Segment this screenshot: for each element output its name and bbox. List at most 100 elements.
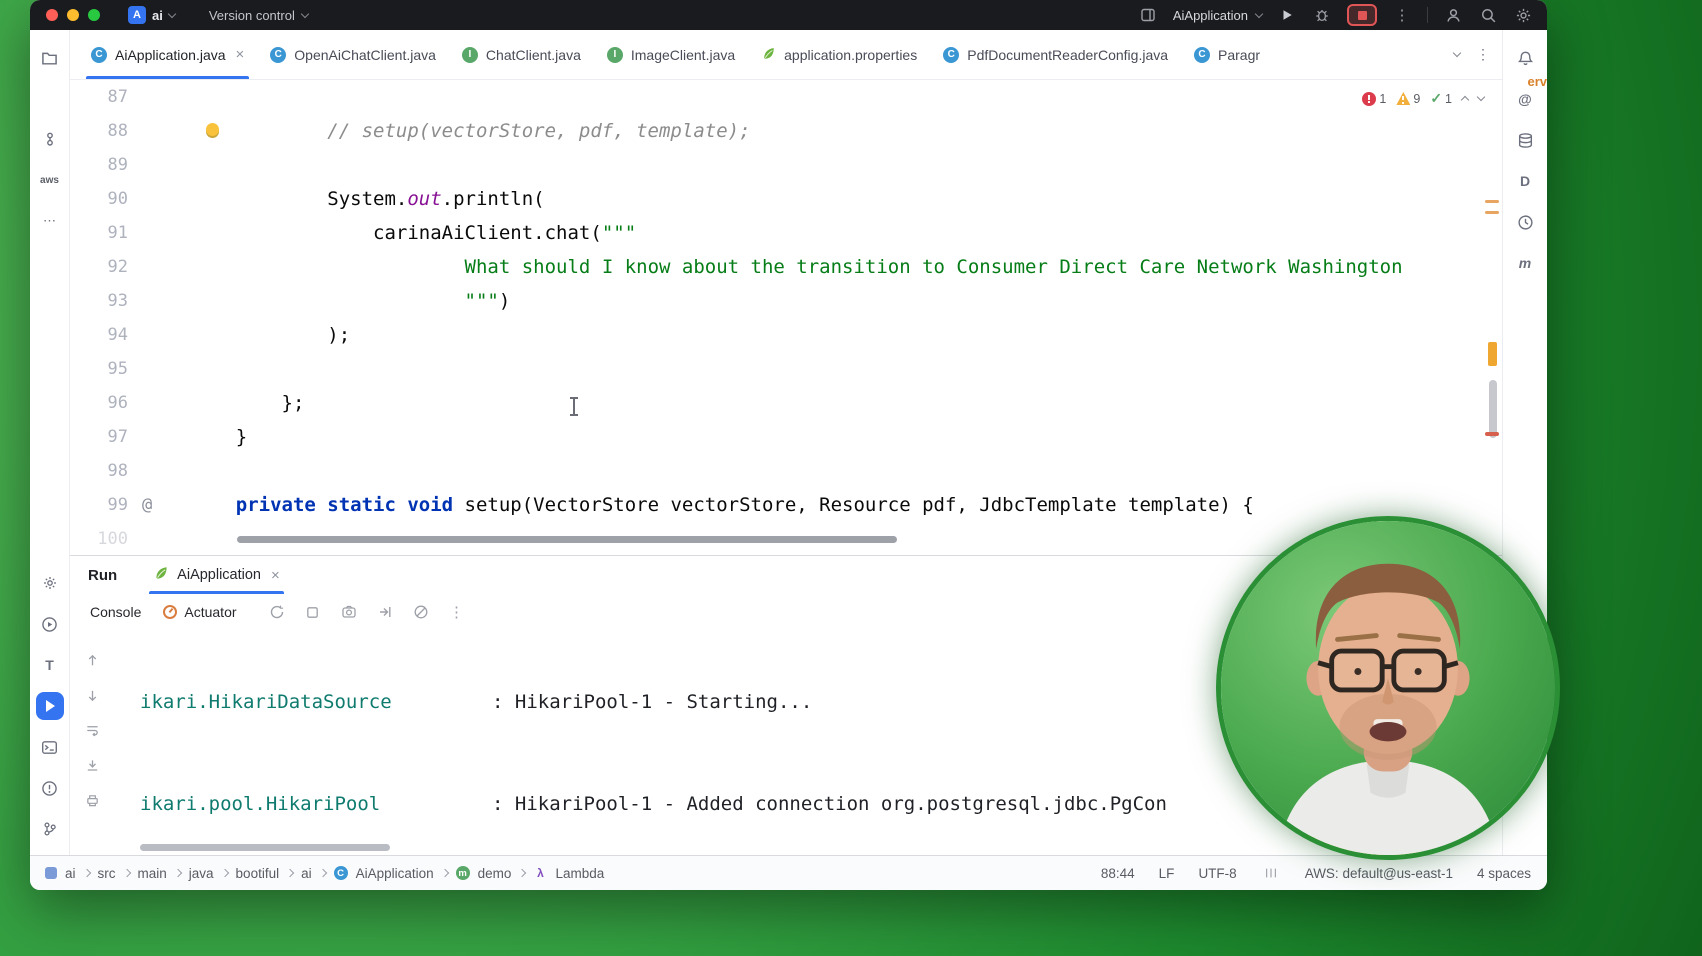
stripe-warning-mark xyxy=(1485,211,1499,214)
actuator-tab[interactable]: Actuator xyxy=(163,604,237,620)
notifications-bell-icon[interactable] xyxy=(1511,44,1539,72)
minimize-window-button[interactable] xyxy=(67,9,79,21)
more-actions-icon[interactable]: ⋮ xyxy=(1392,5,1412,25)
stop-button[interactable] xyxy=(1347,4,1377,26)
run-title: Run xyxy=(88,566,118,584)
prev-problem-icon[interactable] xyxy=(1460,95,1470,105)
interface-icon: I xyxy=(461,46,478,63)
close-window-button[interactable] xyxy=(46,9,58,21)
chevron-down-icon xyxy=(167,9,177,18)
tab-application-properties[interactable]: application.properties xyxy=(748,30,930,79)
code-editor[interactable]: 87 88 // setup(vectorStore, pdf, templat… xyxy=(70,80,1502,555)
close-icon[interactable]: × xyxy=(236,46,245,63)
code-line[interactable]: 94 ); xyxy=(70,318,1502,352)
scroll-up-icon[interactable] xyxy=(82,650,102,670)
soft-wrap-icon[interactable] xyxy=(82,720,102,740)
code-line[interactable]: 89 xyxy=(70,148,1502,182)
aws-connection[interactable]: AWS: default@us-east-1 xyxy=(1305,866,1453,881)
thread-dump-icon[interactable] xyxy=(339,602,359,622)
stop-process-icon[interactable] xyxy=(303,602,323,622)
history-icon[interactable] xyxy=(1511,208,1539,236)
spring-boot-icon xyxy=(153,565,169,585)
search-icon[interactable] xyxy=(1478,5,1498,25)
todo-tool-icon[interactable]: T xyxy=(36,651,64,679)
caret-position[interactable]: 88:44 xyxy=(1101,866,1135,881)
tool-windows-icon[interactable] xyxy=(1138,5,1158,25)
editor-vertical-scrollbar[interactable] xyxy=(1489,380,1497,438)
clear-console-icon[interactable] xyxy=(411,602,431,622)
zoom-window-button[interactable] xyxy=(88,9,100,21)
tab-imageclient-java[interactable]: I ImageClient.java xyxy=(594,30,748,79)
editor-horizontal-scrollbar[interactable] xyxy=(237,536,897,543)
aws-toolkit-icon[interactable]: aws xyxy=(36,166,64,194)
tab-openaichatclient-java[interactable]: C OpenAiChatClient.java xyxy=(257,30,449,79)
indent-guide-icon[interactable] xyxy=(1261,863,1281,883)
database-icon[interactable] xyxy=(1511,126,1539,154)
left-tool-stripe: aws ⋯ T xyxy=(30,30,70,855)
dependencies-icon[interactable]: D xyxy=(1511,167,1539,195)
debug-button[interactable] xyxy=(1312,5,1332,25)
git-branch-icon[interactable] xyxy=(36,815,64,843)
terminal-tool-icon[interactable] xyxy=(36,733,64,761)
code-line[interactable]: 95 xyxy=(70,352,1502,386)
code-line[interactable]: 93 """) xyxy=(70,284,1502,318)
console-tab[interactable]: Console xyxy=(88,598,143,626)
scroll-down-icon[interactable] xyxy=(82,685,102,705)
services-gear-icon[interactable] xyxy=(36,569,64,597)
run-tool-icon[interactable] xyxy=(35,692,64,720)
ai-assistant-icon[interactable]: @ xyxy=(1511,85,1539,113)
indent-setting[interactable]: 4 spaces xyxy=(1477,866,1531,881)
spring-leaf-icon xyxy=(761,46,776,64)
menu-version-control-label: Version control xyxy=(208,7,295,23)
project-widget[interactable]: A ai xyxy=(128,6,177,24)
code-line[interactable]: 98 xyxy=(70,454,1502,488)
print-icon[interactable] xyxy=(82,790,102,810)
run-config-selector[interactable]: AiApplication xyxy=(1173,8,1264,23)
code-line[interactable]: 97 } xyxy=(70,420,1502,454)
chevron-down-icon xyxy=(1254,9,1264,18)
close-icon[interactable]: × xyxy=(271,567,280,584)
tab-aiapplication-java[interactable]: C AiApplication.java × xyxy=(78,30,257,79)
code-line[interactable]: 87 xyxy=(70,80,1502,114)
file-encoding[interactable]: UTF-8 xyxy=(1198,866,1236,881)
console-more-icon[interactable]: ⋮ xyxy=(447,602,467,622)
titlebar-actions: AiApplication ⋮ xyxy=(1138,4,1547,26)
passed-count: ✓ 1 xyxy=(1430,90,1452,106)
scroll-end-icon[interactable] xyxy=(82,755,102,775)
menu-version-control[interactable]: Version control xyxy=(208,7,310,23)
code-line[interactable]: 99 @ private static void setup(VectorSto… xyxy=(70,488,1502,522)
editor-error-stripe[interactable] xyxy=(1484,80,1500,555)
chevron-down-icon[interactable] xyxy=(1452,48,1462,58)
code-line[interactable]: 88 // setup(vectorStore, pdf, template); xyxy=(70,114,1502,148)
rerun-icon[interactable] xyxy=(267,602,287,622)
tab-chatclient-java[interactable]: I ChatClient.java xyxy=(449,30,594,79)
code-line[interactable]: 91 carinaAiClient.chat(""" xyxy=(70,216,1502,250)
inspections-widget[interactable]: 1 9 ✓ 1 xyxy=(1358,88,1488,109)
run-tab-aiapplication[interactable]: AiApplication × xyxy=(143,556,290,594)
editor-tab-bar: C AiApplication.java × C OpenAiChatClien… xyxy=(70,30,1502,80)
breadcrumb[interactable]: ai src main java bootiful ai C AiApplica… xyxy=(45,866,604,881)
problems-tool-icon[interactable] xyxy=(36,774,64,802)
intention-bulb-icon[interactable] xyxy=(206,123,219,136)
run-button[interactable] xyxy=(1277,5,1297,25)
project-tool-icon[interactable] xyxy=(36,44,64,72)
user-icon[interactable] xyxy=(1443,5,1463,25)
code-line[interactable]: 90 System.out.println( xyxy=(70,182,1502,216)
debug-tool-icon[interactable] xyxy=(36,610,64,638)
chevron-right-icon xyxy=(220,868,229,878)
tab-options-icon[interactable]: ⋮ xyxy=(1476,46,1490,63)
maven-icon[interactable]: m xyxy=(1511,249,1539,277)
tab-paragraph-truncated[interactable]: C Paragr xyxy=(1181,30,1273,79)
scroll-to-end-icon[interactable] xyxy=(375,602,395,622)
code-line[interactable]: 92 What should I know about the transiti… xyxy=(70,250,1502,284)
warning-count: 9 xyxy=(1396,92,1420,106)
line-separator[interactable]: LF xyxy=(1159,866,1175,881)
tab-label: ImageClient.java xyxy=(630,46,736,63)
tab-pdfdocumentreaderconfig-java[interactable]: C PdfDocumentReaderConfig.java xyxy=(930,30,1181,79)
console-horizontal-scrollbar[interactable] xyxy=(140,844,390,851)
commit-tool-icon[interactable] xyxy=(36,125,64,153)
settings-gear-icon[interactable] xyxy=(1513,5,1533,25)
stripe-error-mark xyxy=(1485,432,1499,436)
code-line[interactable]: 96 }; xyxy=(70,386,1502,420)
more-tools-icon[interactable]: ⋯ xyxy=(36,207,64,235)
